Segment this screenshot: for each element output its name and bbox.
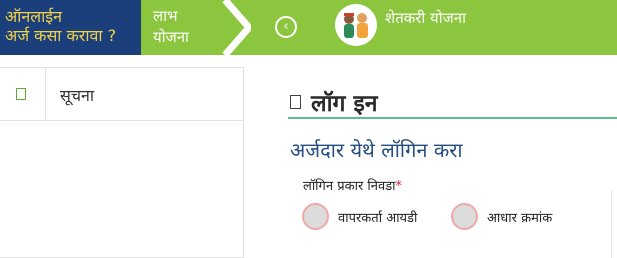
radio-user-id-label[interactable]: वापरकर्ता आयडी: [338, 208, 417, 226]
radio-option-user-id[interactable]: वापरकर्ता आयडी: [302, 203, 417, 230]
radio-option-aadhaar[interactable]: आधार क्रमांक: [451, 203, 552, 230]
scheme-name: शेतकरी योजना: [385, 9, 466, 27]
title-underline: [288, 117, 617, 119]
sidebar: सूचना: [0, 67, 244, 258]
how-to-apply-line2: अर्ज कसा करावा ?: [5, 26, 117, 45]
login-type-text: लॉगिन प्रकार निवडा: [303, 179, 396, 194]
top-banner: ऑनलाईन अर्ज कसा करावा ? लाभ योजना ‹ शेतक…: [0, 0, 617, 55]
page-title-text: लॉग इन: [311, 91, 378, 117]
benefit-scheme-line1: लाभ: [153, 7, 178, 25]
sidebar-item-label: सूचना: [60, 86, 95, 105]
farmer-scheme-title: शेतकरी योजना: [335, 4, 466, 50]
radio-user-id[interactable]: [302, 203, 329, 230]
how-to-apply-link[interactable]: ऑनलाईन अर्ज कसा करावा ?: [0, 0, 141, 55]
benefit-scheme-line2: योजना: [153, 28, 189, 46]
login-type-label: लॉगिन प्रकार निवडा*: [303, 176, 402, 194]
chevron-left-icon[interactable]: ‹: [275, 16, 297, 38]
sidebar-icon-cell: [0, 68, 46, 120]
benefit-scheme-label: लाभ योजना: [153, 6, 189, 48]
panel-divider: [611, 190, 612, 258]
required-mark: *: [395, 179, 403, 194]
login-subtitle: अर्जदार येथे लॉगिन करा: [290, 138, 463, 162]
sidebar-item-notices[interactable]: सूचना: [0, 68, 243, 121]
login-icon: [290, 95, 301, 109]
document-icon: [16, 88, 26, 100]
benefit-scheme-tab[interactable]: लाभ योजना: [141, 0, 251, 55]
page-title: लॉग इन: [290, 86, 378, 118]
radio-aadhaar-label[interactable]: आधार क्रमांक: [487, 208, 552, 226]
farmers-icon: [335, 4, 377, 46]
how-to-apply-line1: ऑनलाईन: [5, 7, 62, 26]
radio-aadhaar[interactable]: [451, 203, 478, 230]
